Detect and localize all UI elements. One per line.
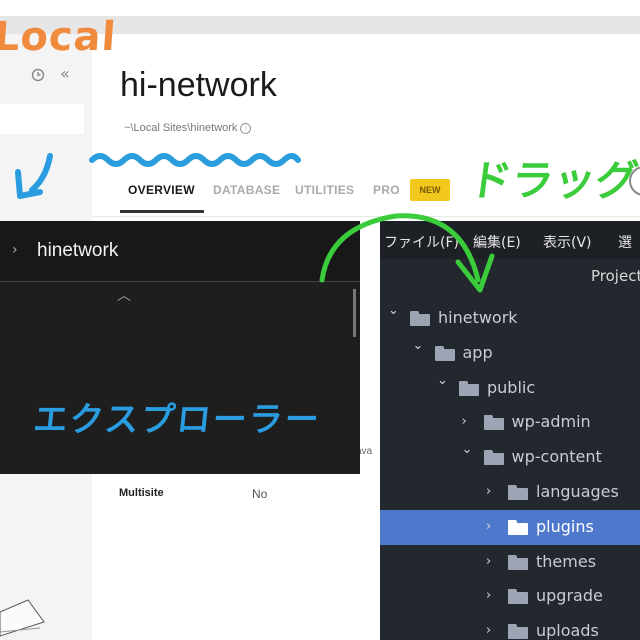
active-tab-indicator — [120, 210, 204, 213]
annotation-drag: ドラッグ — [466, 156, 640, 205]
editor-window: ファイル(F) 編集(E) 表示(V) 選 Project ⌄ hinetwork… — [380, 221, 640, 640]
annotation-local: Local — [0, 14, 118, 60]
tree-item-label: upgrade — [536, 586, 603, 606]
chevron-right-icon[interactable]: › — [486, 588, 491, 603]
chevron-down-icon[interactable]: ⌄ — [388, 303, 399, 318]
explorer-scrollbar[interactable] — [353, 289, 356, 337]
chevron-down-icon[interactable]: ⌄ — [462, 442, 473, 457]
site-path[interactable]: ~\Local Sites\hinetwork › — [124, 122, 252, 134]
site-path-text: ~\Local Sites\hinetwork — [124, 122, 238, 134]
editor-menubar: ファイル(F) 編集(E) 表示(V) 選 — [380, 221, 640, 259]
chevron-up-icon[interactable]: ︿ — [117, 285, 131, 305]
chevron-right-icon[interactable]: › — [486, 484, 491, 499]
folder-icon — [508, 589, 528, 605]
sidebar-search-field[interactable] — [0, 104, 84, 134]
chevron-right-icon[interactable]: › — [486, 554, 491, 569]
tree-item-hinetwork[interactable]: ⌄ hinetwork — [380, 301, 640, 336]
menu-select[interactable]: 選 — [618, 232, 632, 252]
folder-icon — [410, 311, 430, 326]
folder-icon — [434, 345, 455, 361]
tree-item-label: public — [487, 377, 536, 397]
tab-pro[interactable]: PRO — [373, 183, 400, 197]
explorer-divider — [0, 281, 360, 282]
chevron-right-icon[interactable]: › — [486, 623, 491, 638]
menu-edit[interactable]: 編集(E) — [473, 232, 521, 252]
tree-item-themes[interactable]: › themes — [380, 545, 640, 580]
folder-icon — [459, 380, 479, 396]
folder-icon — [483, 415, 504, 431]
tree-item-languages[interactable]: › languages — [380, 475, 640, 510]
clock-icon[interactable] — [31, 68, 45, 82]
tree-item-wp-content[interactable]: ⌄ wp-content — [380, 440, 640, 475]
explorer-folder-title: hinetwork — [37, 240, 119, 261]
collapse-sidebar-icon[interactable]: « — [60, 64, 70, 83]
folder-icon — [483, 450, 504, 466]
info-icon[interactable]: › — [240, 122, 252, 134]
chevron-down-icon[interactable]: ⌄ — [413, 338, 424, 353]
tree-item-app[interactable]: ⌄ app — [380, 336, 640, 371]
tree-item-uploads[interactable]: › uploads — [380, 614, 640, 640]
folder-icon — [508, 624, 528, 640]
folder-icon — [508, 554, 528, 570]
tree-item-label: wp-admin — [511, 412, 591, 432]
chevron-down-icon[interactable]: ⌄ — [437, 373, 448, 388]
tree-item-upgrade[interactable]: › upgrade — [380, 579, 640, 614]
new-badge: NEW — [410, 179, 450, 201]
page-curl-decoration — [0, 599, 45, 637]
annotation-explorer: エクスプローラー — [31, 400, 323, 440]
multisite-label: Multisite — [119, 487, 164, 499]
tab-database[interactable]: DATABASE — [213, 183, 280, 197]
tab-overview[interactable]: OVERVIEW — [128, 183, 195, 197]
tree-item-label: wp-content — [511, 447, 602, 467]
tree-item-label: app — [462, 342, 493, 362]
menu-view[interactable]: 表示(V) — [543, 232, 592, 252]
tree-item-label: themes — [536, 551, 597, 571]
site-title: hi-network — [120, 66, 277, 104]
project-panel-title: Project — [591, 267, 640, 285]
tree-item-public[interactable]: ⌄ public — [380, 371, 640, 406]
menu-file[interactable]: ファイル(F) — [384, 232, 459, 252]
folder-icon — [508, 485, 528, 500]
tree-item-label: languages — [536, 482, 619, 501]
chevron-right-icon[interactable]: › — [12, 242, 18, 258]
explorer-address-bar: › hinetwork — [0, 221, 360, 281]
tree-item-label: hinetwork — [438, 308, 518, 327]
multisite-value: No — [252, 487, 268, 501]
tabs-divider — [92, 216, 640, 217]
tree-item-wp-admin[interactable]: › wp-admin — [380, 405, 640, 440]
tree-item-label: uploads — [536, 621, 599, 640]
tree-item-plugins[interactable]: › plugins — [380, 509, 640, 545]
tree-item-label: plugins — [536, 516, 594, 536]
tab-utilities[interactable]: UTILITIES — [295, 183, 354, 197]
chevron-right-icon[interactable]: › — [462, 414, 467, 429]
folder-icon — [508, 519, 528, 535]
chevron-right-icon[interactable]: › — [486, 519, 491, 534]
